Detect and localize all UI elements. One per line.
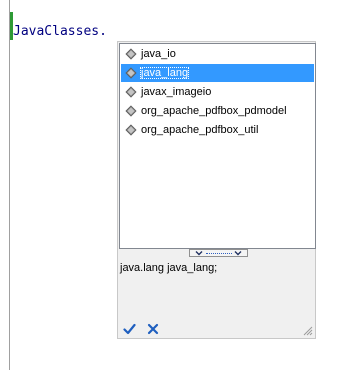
completion-item[interactable]: javax_imageio [121, 83, 314, 101]
completion-item-selected[interactable]: java_lang [121, 64, 314, 82]
completion-item-label: org_apache_pdfbox_pdmodel [141, 105, 287, 117]
completion-item-label: java_io [141, 48, 176, 60]
splitter-handle[interactable] [189, 249, 248, 257]
code-line[interactable]: JavaClasses. [13, 24, 107, 40]
resize-grip-icon[interactable] [302, 325, 313, 336]
completion-item[interactable]: java_io [121, 45, 314, 63]
splitter-dots [206, 253, 232, 254]
completion-item[interactable]: org_apache_pdfbox_pdmodel [121, 102, 314, 120]
completion-item-label: org_apache_pdfbox_util [141, 124, 259, 136]
completion-list[interactable]: java_io java_lang javax_imageio org_apac… [119, 43, 316, 249]
ok-button[interactable] [122, 322, 136, 336]
description-text: java.lang java_lang; [120, 262, 218, 274]
package-icon [122, 83, 140, 101]
check-icon [122, 323, 136, 335]
completion-item-label: java_lang [140, 67, 190, 79]
package-icon [122, 121, 140, 139]
chevron-down-icon [234, 251, 242, 256]
completion-popup: java_io java_lang javax_imageio org_apac… [117, 41, 316, 339]
editor-gutter-line [9, 0, 10, 370]
package-icon [122, 64, 140, 82]
close-icon [147, 323, 159, 335]
package-icon [122, 45, 140, 63]
editor-window: JavaClasses. java_io java_lang javax_ima… [0, 0, 355, 370]
chevron-down-icon [195, 251, 203, 256]
package-icon [122, 102, 140, 120]
completion-item[interactable]: org_apache_pdfbox_util [121, 121, 314, 139]
cancel-button[interactable] [146, 322, 160, 336]
completion-item-label: javax_imageio [141, 86, 212, 98]
